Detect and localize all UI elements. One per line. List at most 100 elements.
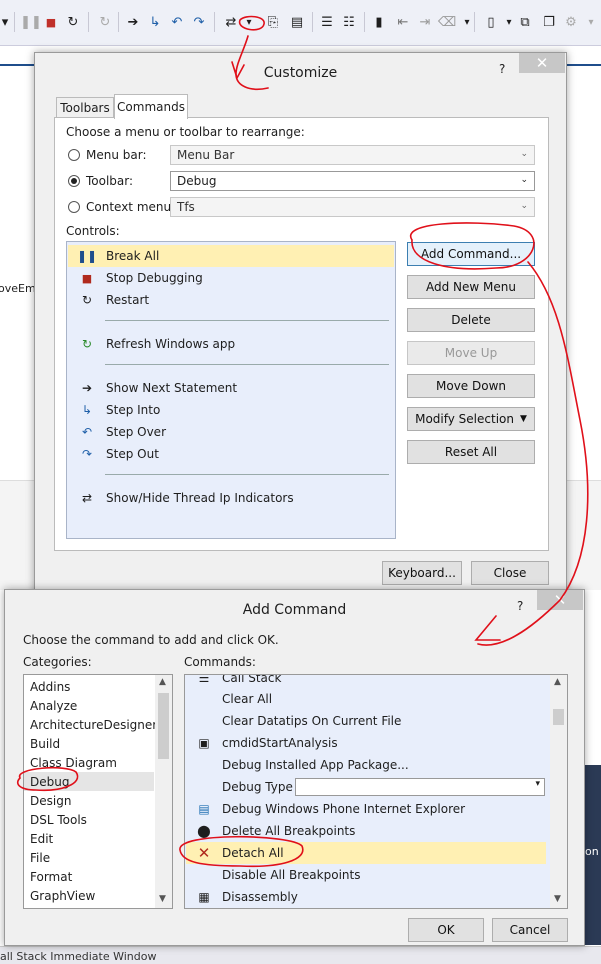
list-item[interactable]: Disable All Breakpoints: [186, 864, 546, 886]
list-item[interactable]: ▣ cmdidStartAnalysis: [186, 732, 546, 754]
refresh-icon[interactable]: ↻: [96, 12, 114, 32]
add-command-button[interactable]: Add Command...: [407, 242, 535, 266]
document-icon[interactable]: ▯: [482, 12, 500, 32]
list-item[interactable]: ↶ Step Over: [68, 421, 394, 443]
next-bookmark-icon[interactable]: ⇥: [416, 12, 434, 32]
context-menu-select[interactable]: Tfs ⌄: [170, 197, 535, 217]
step-out-icon[interactable]: ↷: [190, 12, 208, 32]
scrollbar-thumb[interactable]: [158, 693, 169, 759]
window-icon[interactable]: ⧉: [516, 12, 534, 32]
list-item-selected[interactable]: ✕ Detach All: [186, 842, 546, 864]
add-command-title: Add Command: [242, 602, 347, 618]
list-item[interactable]: File: [30, 848, 50, 867]
list-item[interactable]: ⬤ Delete All Breakpoints: [186, 820, 546, 842]
prev-bookmark-icon[interactable]: ⇤: [394, 12, 412, 32]
list-item[interactable]: ☰ Call Stack: [186, 675, 546, 689]
list-item[interactable]: ↳ Step Into: [68, 399, 394, 421]
thread-ip-icon[interactable]: ⇄: [222, 12, 240, 32]
list-item-selected[interactable]: Debug: [24, 772, 154, 791]
close-icon[interactable]: ✕: [537, 590, 583, 610]
analysis-icon: ▣: [198, 736, 210, 750]
list-item[interactable]: GraphView: [30, 886, 95, 905]
list-item[interactable]: Clear Datatips On Current File: [186, 710, 546, 732]
step-into-icon[interactable]: ↳: [146, 12, 164, 32]
dropdown-arrow-icon[interactable]: ▾: [582, 12, 600, 32]
scroll-down-icon[interactable]: ▼: [159, 894, 166, 904]
list-item[interactable]: ❚❚ Break All: [68, 245, 394, 267]
ok-button[interactable]: OK: [408, 918, 484, 942]
ide-bottom-tab-labels[interactable]: all Stack Immediate Window: [0, 950, 156, 963]
customize-dialog: Customize ? ✕ Toolbars Commands Choose a…: [34, 52, 567, 600]
list-item[interactable]: ▤ Debug Windows Phone Internet Explorer: [186, 798, 546, 820]
list-item[interactable]: Clear All: [186, 688, 546, 710]
thread-icon[interactable]: ⎘: [264, 12, 282, 32]
bookmark-icon[interactable]: ▮: [370, 12, 388, 32]
tab-toolbars[interactable]: Toolbars: [56, 97, 114, 118]
list-item[interactable]: Class Diagram: [30, 753, 117, 772]
radio-toolbar[interactable]: [68, 175, 80, 187]
move-up-button[interactable]: Move Up: [407, 341, 535, 365]
commands-scrollbar[interactable]: ▲ ▼: [550, 675, 567, 908]
scrollbar-thumb[interactable]: [553, 709, 564, 725]
settings-icon[interactable]: ⚙: [562, 12, 580, 32]
reset-all-button[interactable]: Reset All: [407, 440, 535, 464]
list-item[interactable]: Debug Type ▾: [186, 776, 546, 798]
delete-button[interactable]: Delete: [407, 308, 535, 332]
windows-icon[interactable]: ❐: [540, 12, 558, 32]
debug-type-combo[interactable]: ▾: [295, 778, 545, 796]
stack-icon[interactable]: ▤: [288, 12, 306, 32]
close-icon[interactable]: ✕: [519, 53, 565, 73]
chevron-down-icon: ⌄: [520, 175, 528, 185]
threads-icon[interactable]: ☷: [340, 12, 358, 32]
controls-list[interactable]: ❚❚ Break All ■ Stop Debugging ↻ Restart …: [66, 241, 396, 539]
toolbar-options-icon[interactable]: ▾: [240, 12, 258, 32]
help-icon[interactable]: ?: [517, 599, 523, 613]
keyboard-button[interactable]: Keyboard...: [382, 561, 462, 585]
dropdown-arrow-icon[interactable]: ▾: [0, 12, 14, 32]
scroll-up-icon[interactable]: ▲: [159, 677, 166, 687]
categories-list[interactable]: Addins Analyze ArchitectureDesigner Buil…: [23, 674, 173, 909]
hex-icon[interactable]: ☰: [318, 12, 336, 32]
list-item[interactable]: ⇄ Show/Hide Thread Ip Indicators: [68, 487, 394, 509]
help-icon[interactable]: ?: [499, 62, 505, 76]
control-label: Stop Debugging: [106, 271, 203, 285]
modify-selection-button[interactable]: Modify Selection ▼: [407, 407, 535, 431]
list-item[interactable]: Build: [30, 734, 60, 753]
list-item[interactable]: DSL Tools: [30, 810, 87, 829]
list-item[interactable]: Format: [30, 867, 72, 886]
restart-icon[interactable]: ↻: [64, 12, 82, 32]
tab-commands[interactable]: Commands: [114, 94, 188, 119]
add-new-menu-button[interactable]: Add New Menu: [407, 275, 535, 299]
show-next-statement-icon[interactable]: ➔: [124, 12, 142, 32]
disassembly-icon: ▦: [198, 890, 210, 904]
list-item[interactable]: ↻ Refresh Windows app: [68, 333, 394, 355]
scroll-down-icon[interactable]: ▼: [554, 894, 561, 904]
list-item[interactable]: ArchitectureDesigner: [30, 715, 157, 734]
categories-scrollbar[interactable]: ▲ ▼: [155, 675, 172, 908]
list-item[interactable]: Addins: [30, 677, 70, 696]
clear-bookmarks-icon[interactable]: ⌫: [438, 12, 456, 32]
list-item[interactable]: ↷ Step Out: [68, 443, 394, 465]
commands-list[interactable]: ☰ Call Stack Clear All Clear Datatips On…: [184, 674, 568, 909]
step-over-icon[interactable]: ↶: [168, 12, 186, 32]
list-item[interactable]: ➔ Show Next Statement: [68, 377, 394, 399]
radio-menu-bar[interactable]: [68, 149, 80, 161]
menu-bar-select[interactable]: Menu Bar ⌄: [170, 145, 535, 165]
list-item[interactable]: Analyze: [30, 696, 77, 715]
list-item[interactable]: Edit: [30, 829, 53, 848]
list-item[interactable]: ↻ Restart: [68, 289, 394, 311]
pause-icon[interactable]: ❚❚: [20, 12, 42, 32]
close-button[interactable]: Close: [471, 561, 549, 585]
list-item[interactable]: ■ Stop Debugging: [68, 267, 394, 289]
scroll-up-icon[interactable]: ▲: [554, 677, 561, 687]
list-item[interactable]: Debug Installed App Package...: [186, 754, 546, 776]
step-out-icon: ↷: [81, 447, 93, 461]
toolbar-select[interactable]: Debug ⌄: [170, 171, 535, 191]
list-item[interactable]: ▦ Disassembly: [186, 886, 546, 908]
stop-icon[interactable]: ■: [42, 12, 60, 32]
radio-context-menu[interactable]: [68, 201, 80, 213]
cancel-button[interactable]: Cancel: [492, 918, 568, 942]
list-item[interactable]: Design: [30, 791, 71, 810]
move-down-button[interactable]: Move Down: [407, 374, 535, 398]
stop-icon: ■: [81, 271, 93, 285]
